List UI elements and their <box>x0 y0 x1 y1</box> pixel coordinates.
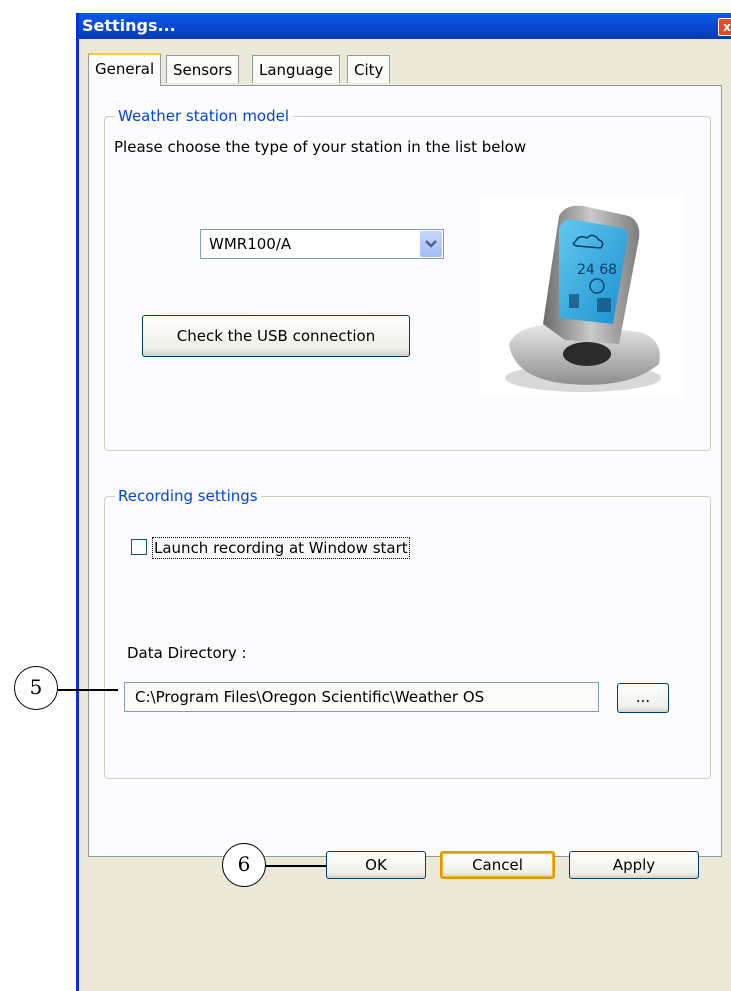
station-group-title: Weather station model <box>115 106 293 126</box>
launch-at-start-label[interactable]: Launch recording at Window start <box>152 537 410 559</box>
tab-city[interactable]: City <box>347 55 391 83</box>
svg-text:24 68: 24 68 <box>577 262 617 278</box>
browse-button[interactable]: ... <box>617 683 669 713</box>
settings-window: Settings... x General Sensors Language C… <box>76 13 731 991</box>
launch-at-start-checkbox[interactable] <box>131 539 147 555</box>
weather-station-image: 24 68 <box>479 194 683 398</box>
callout-ok-button: 6 <box>222 843 266 887</box>
station-model-select[interactable]: WMR100/A <box>200 229 444 259</box>
window-title: Settings... <box>82 16 176 35</box>
title-bar: Settings... x <box>79 13 731 39</box>
chevron-down-icon[interactable] <box>420 231 442 257</box>
callout-leader-ok <box>266 865 326 867</box>
station-instruction: Please choose the type of your station i… <box>114 138 527 156</box>
close-icon: x <box>723 20 731 34</box>
tab-sensors[interactable]: Sensors <box>166 55 240 83</box>
tab-general[interactable]: General <box>88 53 162 86</box>
callout-path-field: 5 <box>14 666 58 710</box>
close-button[interactable]: x <box>718 18 731 36</box>
station-model-value: WMR100/A <box>209 235 292 253</box>
apply-button[interactable]: Apply <box>569 851 699 879</box>
data-directory-label: Data Directory : <box>127 644 247 662</box>
recording-group: Recording settings Launch recording at W… <box>104 486 711 779</box>
recording-group-title: Recording settings <box>115 486 261 506</box>
tab-panel-general: Weather station model Please choose the … <box>88 85 722 857</box>
station-group: Weather station model Please choose the … <box>104 106 711 451</box>
callout-leader-path <box>58 689 118 691</box>
tab-language[interactable]: Language <box>252 55 341 83</box>
ok-button[interactable]: OK <box>326 851 426 879</box>
cancel-button[interactable]: Cancel <box>440 851 555 879</box>
data-directory-field[interactable]: C:\Program Files\Oregon Scientific\Weath… <box>124 682 599 712</box>
check-usb-button[interactable]: Check the USB connection <box>142 315 410 357</box>
